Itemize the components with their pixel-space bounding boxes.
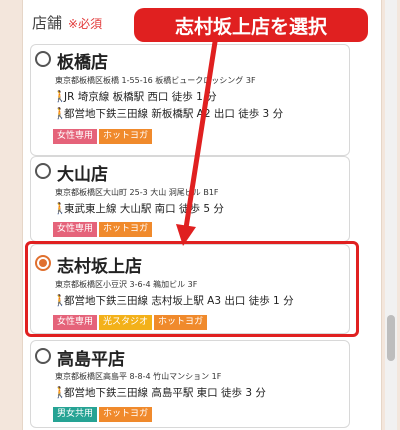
tag-women-only: 女性専用 xyxy=(53,222,98,237)
annotation-callout: 志村坂上店を選択 xyxy=(134,8,368,42)
radio-oyama[interactable] xyxy=(35,163,51,179)
store-option-itabashi[interactable]: 板橋店 東京都板橋区板橋 1-55-16 板橋ビュークロッシング 3F 🚶 JR… xyxy=(30,44,350,156)
scrollbar-thumb[interactable] xyxy=(387,315,395,361)
tag-hot-yoga: ホットヨガ xyxy=(99,222,153,237)
store-name: 大山店 xyxy=(57,165,108,185)
callout-text: 志村坂上店を選択 xyxy=(174,15,327,38)
store-option-oyama[interactable]: 大山店 東京都板橋区大山町 25-3 大山 洞尾ビル B1F 🚶 東武東上線 大… xyxy=(30,156,350,242)
store-name: 高島平店 xyxy=(57,350,125,370)
store-access-line: 🚶 JR 埼京線 板橋駅 西口 徒歩 1 分 xyxy=(53,89,217,103)
store-name: 板橋店 xyxy=(57,53,108,73)
walking-person-icon: 🚶 xyxy=(53,89,67,103)
store-field-label: 店舗 xyxy=(32,14,63,32)
radio-itabashi[interactable] xyxy=(35,51,51,67)
store-access-line: 🚶 東武東上線 大山駅 南口 徒歩 5 分 xyxy=(53,201,224,215)
required-mark: ※必須 xyxy=(68,17,103,31)
tag-hot-yoga: ホットヨガ xyxy=(99,129,153,144)
store-address: 東京都板橋区板橋 1-55-16 板橋ビュークロッシング 3F xyxy=(55,76,256,85)
store-tags: 女性専用 ホットヨガ xyxy=(53,222,153,237)
walking-person-icon: 🚶 xyxy=(53,385,67,399)
store-address: 東京都板橋区大山町 25-3 大山 洞尾ビル B1F xyxy=(55,188,219,197)
store-access-line: 🚶 都営地下鉄三田線 高島平駅 東口 徒歩 3 分 xyxy=(53,385,266,399)
store-option-takashimadaira[interactable]: 高島平店 東京都板橋区高島平 8-8-4 竹山マンション 1F 🚶 都営地下鉄三… xyxy=(30,340,350,428)
store-address: 東京都板橋区高島平 8-8-4 竹山マンション 1F xyxy=(55,372,222,381)
tag-unisex: 男女共用 xyxy=(53,407,98,422)
walking-person-icon: 🚶 xyxy=(53,106,67,120)
tag-women-only: 女性専用 xyxy=(53,129,98,144)
tag-hot-yoga: ホットヨガ xyxy=(99,407,153,422)
walking-person-icon: 🚶 xyxy=(53,201,67,215)
scrollbar[interactable] xyxy=(385,0,397,430)
radio-takashimadaira[interactable] xyxy=(35,348,51,364)
store-access-line: 🚶 都営地下鉄三田線 新板橋駅 A2 出口 徒歩 3 分 xyxy=(53,106,284,120)
store-tags: 女性専用 ホットヨガ xyxy=(53,129,153,144)
store-field-header: 店舗 ※必須 xyxy=(32,12,102,34)
selection-highlight-box xyxy=(25,241,359,337)
store-tags: 男女共用 ホットヨガ xyxy=(53,407,153,422)
